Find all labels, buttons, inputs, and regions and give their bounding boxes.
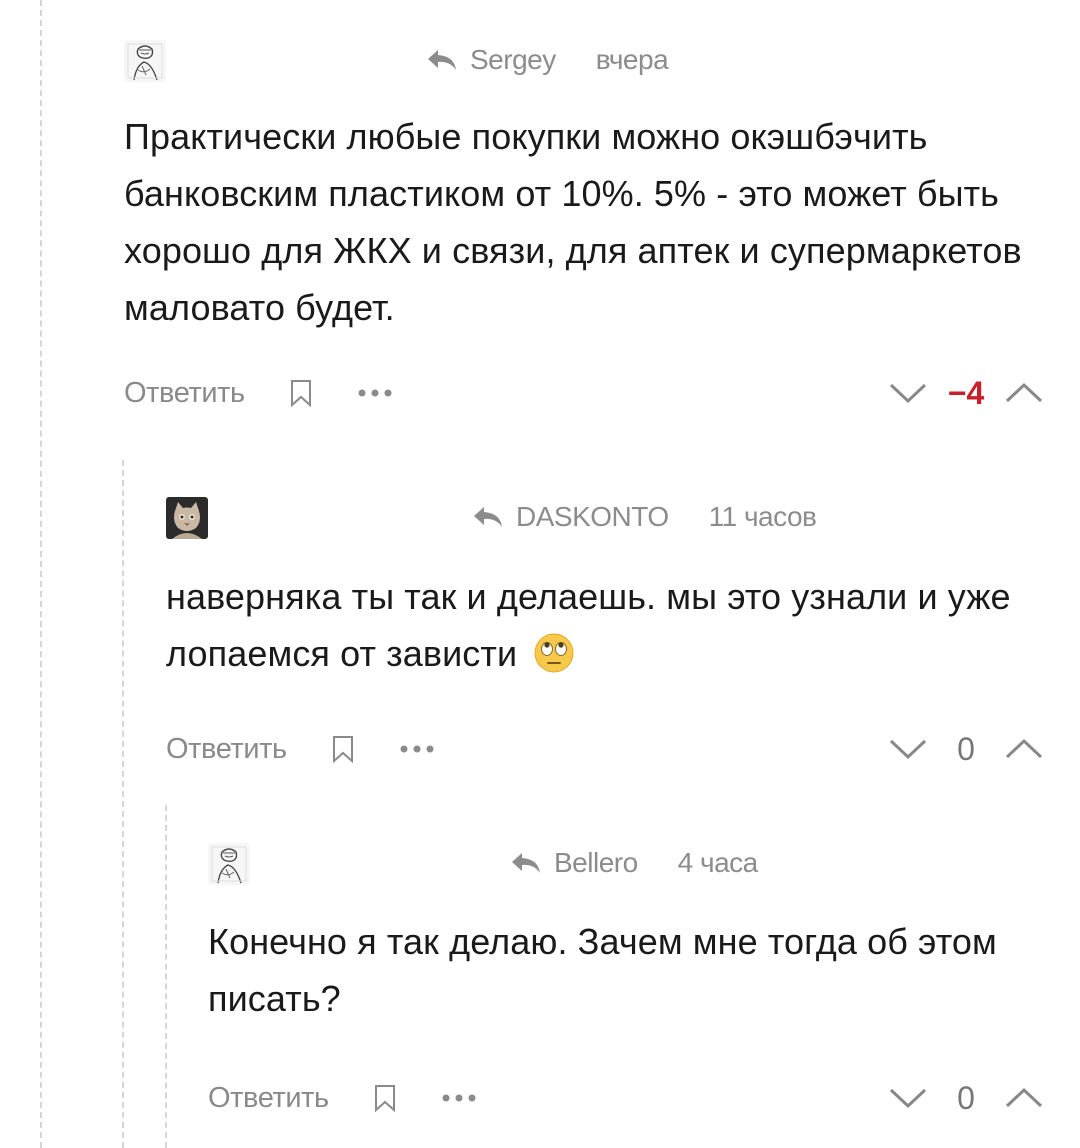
comment-actions: Ответить 0 (208, 1073, 1044, 1123)
comment-meta: Bellero 4 часа (510, 847, 758, 879)
comment-header: DASKONTO 11 часов (166, 497, 1044, 543)
comment: Sergey вчера Практически любые покупки м… (124, 40, 1044, 418)
chevron-down-icon[interactable] (888, 381, 928, 405)
vote-controls: 0 (888, 724, 1044, 774)
reply-button[interactable]: Ответить (166, 733, 287, 766)
reply-arrow-icon (474, 507, 502, 527)
rating-value: −4 (947, 374, 985, 411)
vote-controls: 0 (888, 1073, 1044, 1123)
author-name[interactable]: Bellero (554, 847, 638, 879)
bookmark-icon[interactable] (373, 1083, 397, 1113)
more-options-icon[interactable] (441, 1093, 477, 1103)
comment: DASKONTO 11 часов наверняка ты так и дел… (166, 497, 1044, 774)
chevron-down-icon[interactable] (888, 1086, 928, 1110)
comment-meta: Sergey вчера (426, 44, 669, 76)
reply-button[interactable]: Ответить (208, 1082, 329, 1115)
chevron-up-icon[interactable] (1004, 1086, 1044, 1110)
comment-actions: Ответить 0 (166, 724, 1044, 774)
comment-time[interactable]: вчера (596, 44, 669, 76)
comment-text: Практически любые покупки можно окэшбэчи… (124, 116, 1022, 328)
rating-value: 0 (957, 1079, 975, 1116)
comment-text: наверняка ты так и делаешь. мы это узнал… (166, 568, 1046, 682)
reply-button[interactable]: Ответить (124, 377, 245, 410)
thread-line-level-0 (40, 0, 42, 1148)
thread-line-level-2 (165, 805, 167, 1148)
comment-text-body: наверняка ты так и делаешь. мы это узнал… (166, 576, 1011, 674)
comment-meta: DASKONTO 11 часов (472, 501, 817, 533)
comment-header: Bellero 4 часа (208, 843, 1044, 889)
more-options-icon[interactable] (399, 744, 435, 754)
chevron-up-icon[interactable] (1004, 737, 1044, 761)
sketch-portrait-avatar-icon[interactable] (124, 40, 166, 82)
comment-time[interactable]: 4 часа (678, 847, 759, 879)
author-name[interactable]: DASKONTO (516, 501, 669, 533)
comment-actions: Ответить −4 (124, 368, 1044, 418)
cat-avatar-icon[interactable] (166, 497, 208, 539)
reply-arrow-icon (428, 50, 456, 70)
eye-roll-emoji-icon (533, 632, 575, 674)
comment: Bellero 4 часа Конечно я так делаю. Заче… (208, 843, 1044, 1123)
comment-time[interactable]: 11 часов (709, 501, 817, 533)
rating-value: 0 (957, 730, 975, 767)
sketch-portrait-avatar-icon[interactable] (208, 843, 250, 885)
vote-controls: −4 (888, 368, 1044, 418)
comment-text: Конечно я так делаю. Зачем мне тогда об … (208, 921, 997, 1019)
thread-line-level-1 (122, 460, 124, 1148)
more-options-icon[interactable] (357, 388, 393, 398)
chevron-down-icon[interactable] (888, 737, 928, 761)
bookmark-icon[interactable] (289, 378, 313, 408)
reply-arrow-icon (512, 853, 540, 873)
comment-header: Sergey вчера (124, 40, 1044, 86)
author-name[interactable]: Sergey (470, 44, 556, 76)
chevron-up-icon[interactable] (1004, 381, 1044, 405)
bookmark-icon[interactable] (331, 734, 355, 764)
